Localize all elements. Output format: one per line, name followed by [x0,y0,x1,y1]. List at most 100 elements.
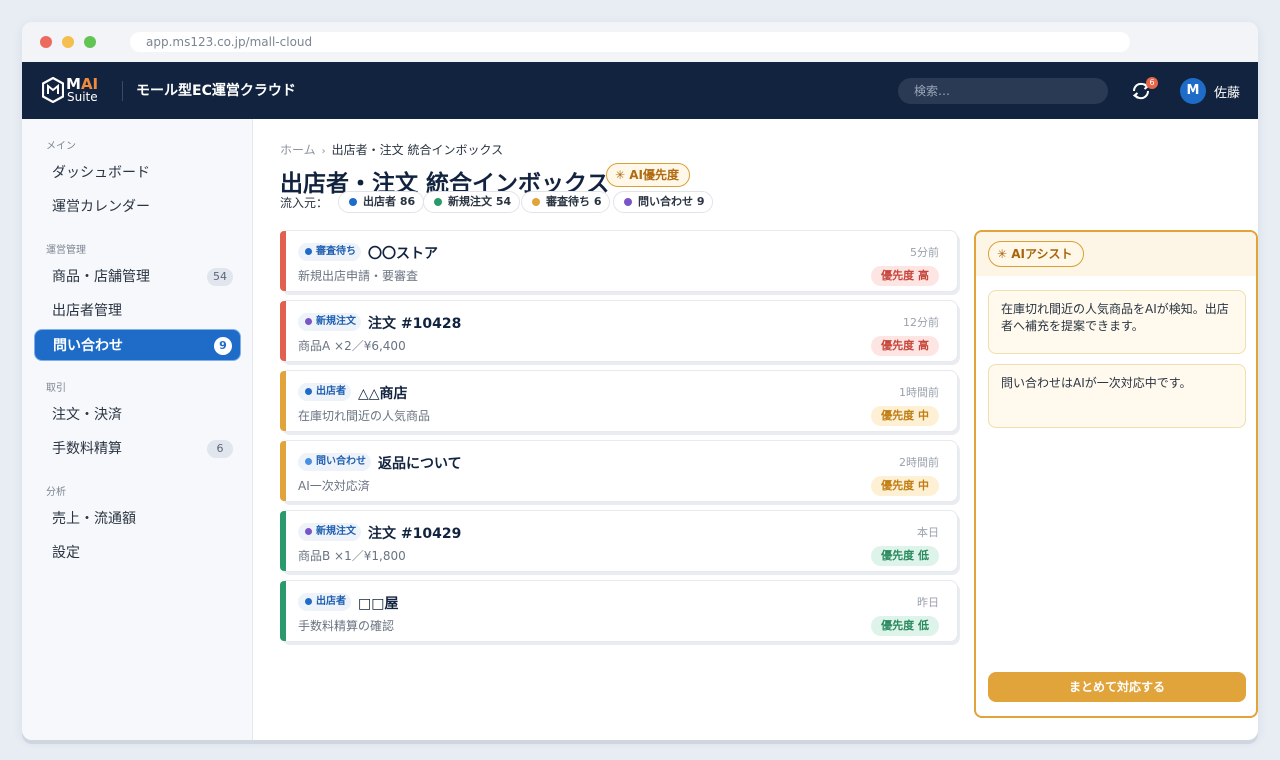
breadcrumb-current: 出店者・注文 統合インボックス [331,143,504,157]
sidebar-item-label: 設定 [52,545,80,561]
dot-icon [349,198,357,206]
sidebar-item-orders[interactable]: 注文・決済 [34,399,241,431]
priority-bar [280,301,286,361]
app-title: モール型EC運営クラウド [136,83,296,99]
inbox-card[interactable]: 審査待ち 〇〇ストア 新規出店申請・要審査 5分前 優先度 高 [280,230,958,292]
ai-priority-label: AI優先度 [629,168,680,182]
card-time: 5分前 [910,246,939,259]
card-time: 昨日 [917,596,939,609]
ai-message: 在庫切れ間近の人気商品をAIが検知。出店者へ補充を提案できます。 [988,290,1246,354]
category-tag: 出店者 [298,383,351,401]
sidebar-item-label: 売上・流通額 [52,511,136,527]
card-subtitle: AI一次対応済 [298,479,370,493]
source-chip-merchants[interactable]: 出店者 86 [338,191,425,213]
bulk-respond-button[interactable]: まとめて対応する [988,672,1246,702]
sidebar-item-label: 注文・決済 [52,407,122,423]
sidebar-item-fees[interactable]: 手数料精算 6 [34,433,241,465]
priority-badge: 優先度 高 [871,336,939,356]
dot-icon [624,198,632,206]
sparkle-icon: ✳ [997,247,1008,261]
source-chip-review[interactable]: 審査待ち 6 [521,191,611,213]
dot-icon [305,248,312,255]
notification-badge: 6 [1146,77,1158,89]
category-tag-label: 審査待ち [316,246,356,257]
sidebar-item-calendar[interactable]: 運営カレンダー [34,191,241,223]
card-subtitle: 商品A ×2／¥6,400 [298,339,406,353]
dot-icon [305,598,312,605]
source-chip-label: 出店者 86 [363,195,416,208]
inbox-card[interactable]: 新規注文 注文 #10428 商品A ×2／¥6,400 12分前 優先度 高 [280,300,958,362]
category-tag-label: 問い合わせ [316,456,366,467]
sparkle-icon: ✳ [615,168,626,182]
priority-badge: 優先度 低 [871,616,939,636]
card-title: 注文 #10429 [368,526,462,542]
dot-icon [305,458,312,465]
dot-icon [532,198,540,206]
browser-window: app.ms123.co.jp/mall-cloud MAI Suite モール… [22,22,1258,740]
card-subtitle: 商品B ×1／¥1,800 [298,549,406,563]
sidebar-section-transactions: 取引 [46,383,66,394]
maximize-window-button[interactable] [84,36,96,48]
category-tag: 出店者 [298,593,351,611]
category-tag-label: 新規注文 [316,316,356,327]
sidebar-section-operations: 運営管理 [46,245,86,256]
inbox-card[interactable]: 出店者 □□屋 手数料精算の確認 昨日 優先度 低 [280,580,958,642]
count-badge: 9 [214,337,232,355]
avatar[interactable]: M [1180,78,1206,104]
category-tag: 審査待ち [298,243,361,261]
card-time: 1時間前 [899,386,939,399]
sidebar-item-label: 手数料精算 [52,441,122,457]
minimize-window-button[interactable] [62,36,74,48]
user-name[interactable]: 佐藤 [1214,82,1240,101]
priority-bar [280,231,286,291]
priority-bar [280,581,286,641]
category-tag-label: 出店者 [316,386,346,397]
card-subtitle: 新規出店申請・要審査 [298,269,419,283]
close-window-button[interactable] [40,36,52,48]
address-bar[interactable]: app.ms123.co.jp/mall-cloud [130,32,1130,52]
inbox-card[interactable]: 問い合わせ 返品について AI一次対応済 2時間前 優先度 中 [280,440,958,502]
priority-badge: 優先度 高 [871,266,939,286]
ai-assist-chip: ✳ AIアシスト [988,241,1084,267]
source-chip-label: 新規注文 54 [448,195,512,208]
priority-badge: 優先度 中 [871,406,939,426]
category-tag: 新規注文 [298,523,361,541]
card-title: 返品について [378,456,462,472]
header-divider [122,81,123,101]
sidebar-item-sales[interactable]: 売上・流通額 [34,503,241,535]
source-chip-inquiries[interactable]: 問い合わせ 9 [613,191,714,213]
category-tag: 問い合わせ [298,453,371,471]
hexagon-logo-icon [42,77,64,103]
sidebar-section-main: メイン [46,141,76,152]
card-subtitle: 手数料精算の確認 [298,619,395,633]
card-time: 12分前 [903,316,939,329]
sidebar-item-merchants[interactable]: 出店者管理 [34,295,241,327]
sidebar-item-products[interactable]: 商品・店舗管理 54 [34,261,241,293]
inbox-card[interactable]: 出店者 △△商店 在庫切れ間近の人気商品 1時間前 優先度 中 [280,370,958,432]
logo-text-suite: Suite [67,90,98,104]
sidebar-item-dashboard[interactable]: ダッシュボード [34,157,241,189]
app-logo[interactable]: MAI Suite [42,75,112,107]
sidebar-item-inquiries[interactable]: 問い合わせ 9 [34,329,241,361]
category-tag: 新規注文 [298,313,361,331]
app-header: MAI Suite モール型EC運営クラウド 検索… 6 M 佐藤 [22,62,1258,119]
count-badge: 54 [207,268,233,286]
source-chip-new-orders[interactable]: 新規注文 54 [423,191,521,213]
sidebar-item-label: 運営カレンダー [52,199,150,215]
category-tag-label: 出店者 [316,596,346,607]
sidebar-item-label: 商品・店舗管理 [52,269,150,285]
priority-bar [280,511,286,571]
search-input[interactable]: 検索… [898,78,1108,104]
sidebar-item-settings[interactable]: 設定 [34,537,241,569]
sidebar: メイン ダッシュボード 運営カレンダー 運営管理 商品・店舗管理 54 出店者管理… [22,119,253,740]
sidebar-item-label: ダッシュボード [52,165,150,181]
sidebar-item-label: 出店者管理 [52,303,122,319]
breadcrumb-home[interactable]: ホーム [280,143,316,157]
priority-bar [280,441,286,501]
dot-icon [434,198,442,206]
inbox-card[interactable]: 新規注文 注文 #10429 商品B ×1／¥1,800 本日 優先度 低 [280,510,958,572]
count-badge: 6 [207,440,233,458]
ai-assist-title: AIアシスト [1011,247,1073,261]
priority-badge: 優先度 中 [871,476,939,496]
card-title: 注文 #10428 [368,316,462,332]
